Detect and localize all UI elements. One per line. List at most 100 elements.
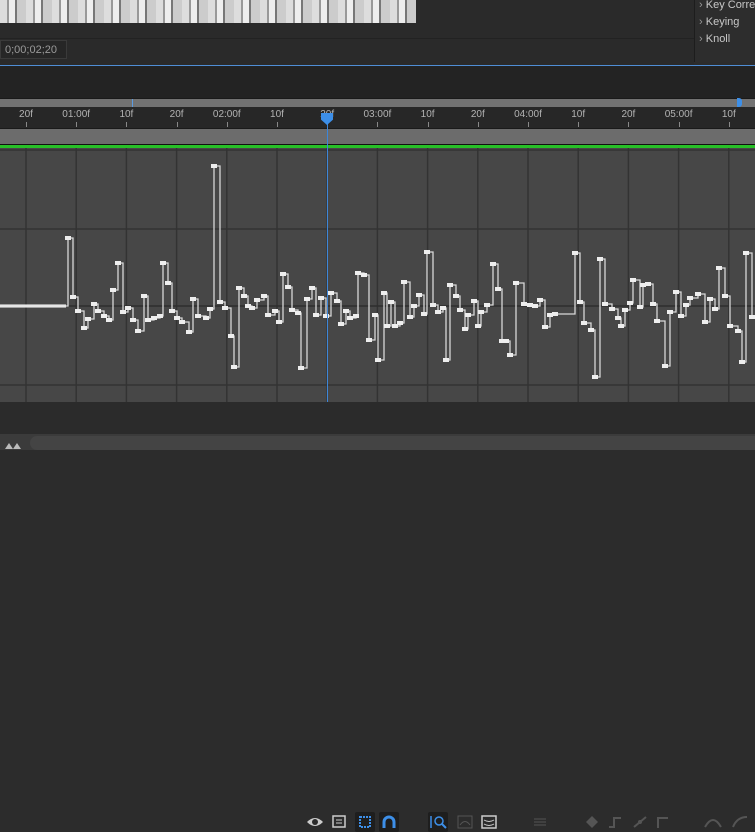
- keyframe[interactable]: [141, 294, 147, 298]
- keyframe[interactable]: [355, 271, 361, 275]
- keyframe[interactable]: [475, 324, 481, 328]
- keyframe[interactable]: [407, 315, 413, 319]
- keyframe[interactable]: [179, 320, 185, 324]
- fit-all-icon[interactable]: [455, 812, 475, 832]
- keyframe[interactable]: [130, 318, 136, 322]
- keyframe[interactable]: [615, 316, 621, 320]
- keyframe[interactable]: [110, 288, 116, 292]
- keyframe[interactable]: [388, 300, 394, 304]
- keyframe[interactable]: [683, 303, 689, 307]
- keyframe[interactable]: [749, 315, 755, 319]
- keyframe[interactable]: [211, 164, 217, 168]
- keyframe[interactable]: [430, 303, 436, 307]
- keyframe[interactable]: [381, 291, 387, 295]
- horizontal-scrollbar[interactable]: [30, 436, 755, 450]
- keyframe[interactable]: [347, 316, 353, 320]
- keyframe[interactable]: [707, 297, 713, 301]
- keyframe[interactable]: [739, 360, 745, 364]
- keyframe[interactable]: [453, 294, 459, 298]
- keyframe[interactable]: [630, 278, 636, 282]
- keyframe[interactable]: [236, 286, 242, 290]
- keyframe[interactable]: [295, 311, 301, 315]
- keyframe[interactable]: [203, 316, 209, 320]
- keyframe[interactable]: [521, 302, 527, 306]
- keyframe[interactable]: [323, 314, 329, 318]
- transform-box-icon[interactable]: [355, 812, 375, 832]
- keyframe[interactable]: [435, 310, 441, 314]
- fit-selection-icon[interactable]: [428, 812, 448, 832]
- keyframe[interactable]: [513, 281, 519, 285]
- keyframe[interactable]: [157, 314, 163, 318]
- graph-curve-canvas[interactable]: [0, 148, 755, 402]
- keyframe[interactable]: [334, 299, 340, 303]
- keyframe[interactable]: [712, 307, 718, 311]
- keyframe[interactable]: [577, 300, 583, 304]
- keyframe[interactable]: [228, 334, 234, 338]
- keyframe[interactable]: [313, 313, 319, 317]
- separate-dimensions-icon[interactable]: [479, 812, 499, 832]
- keyframe[interactable]: [366, 338, 372, 342]
- keyframe[interactable]: [101, 314, 107, 318]
- keyframe[interactable]: [503, 339, 509, 343]
- effects-category-key-correction[interactable]: Key Correction: [699, 0, 755, 11]
- keyframe[interactable]: [169, 309, 175, 313]
- keyframe[interactable]: [272, 309, 278, 313]
- eye-icon[interactable]: [305, 812, 325, 832]
- keyframe[interactable]: [722, 294, 728, 298]
- keyframe[interactable]: [552, 312, 558, 316]
- keyframe[interactable]: [70, 295, 76, 299]
- keyframe[interactable]: [151, 316, 157, 320]
- keyframe[interactable]: [572, 251, 578, 255]
- keyframe[interactable]: [495, 287, 501, 291]
- keyframe[interactable]: [654, 319, 660, 323]
- keyframe[interactable]: [447, 283, 453, 287]
- keyframe[interactable]: [65, 236, 71, 240]
- keyframe[interactable]: [478, 310, 484, 314]
- keyframe[interactable]: [687, 296, 693, 300]
- keyframe[interactable]: [490, 262, 496, 266]
- keyframe[interactable]: [254, 298, 260, 302]
- effects-category-knoll[interactable]: Knoll: [699, 33, 730, 45]
- keyframe[interactable]: [207, 307, 213, 311]
- keyframe[interactable]: [304, 297, 310, 301]
- keyframe[interactable]: [174, 316, 180, 320]
- keyframe[interactable]: [618, 324, 624, 328]
- keyframe[interactable]: [650, 302, 656, 306]
- graph-type-icon[interactable]: [330, 812, 350, 832]
- navigator-end-handle[interactable]: [737, 98, 742, 107]
- keyframe[interactable]: [241, 294, 247, 298]
- keyframe[interactable]: [106, 318, 112, 322]
- keyframe[interactable]: [588, 328, 594, 332]
- snap-icon[interactable]: [379, 812, 399, 832]
- keyframe[interactable]: [695, 292, 701, 296]
- keyframe[interactable]: [667, 310, 673, 314]
- keyframe[interactable]: [165, 281, 171, 285]
- keyframe[interactable]: [249, 306, 255, 310]
- keyframe[interactable]: [662, 364, 668, 368]
- keyframe[interactable]: [440, 306, 446, 310]
- keyframe[interactable]: [190, 297, 196, 301]
- keyframe[interactable]: [678, 314, 684, 318]
- keyframe[interactable]: [195, 314, 201, 318]
- keyframe[interactable]: [115, 261, 121, 265]
- keyframe[interactable]: [597, 257, 603, 261]
- composition-preview[interactable]: [0, 0, 416, 23]
- keyframe[interactable]: [125, 306, 131, 310]
- keyframe[interactable]: [645, 282, 651, 286]
- keyframe[interactable]: [372, 313, 378, 317]
- keyframe[interactable]: [361, 273, 367, 277]
- keyframe[interactable]: [537, 298, 543, 302]
- keyframe[interactable]: [411, 304, 417, 308]
- keyframe[interactable]: [280, 272, 286, 276]
- keyframe[interactable]: [462, 327, 468, 331]
- keyframe[interactable]: [702, 320, 708, 324]
- keyframe[interactable]: [222, 306, 228, 310]
- keyframe[interactable]: [622, 308, 628, 312]
- keyframe[interactable]: [318, 296, 324, 300]
- work-area-bar[interactable]: [0, 128, 755, 144]
- keyframe[interactable]: [298, 366, 304, 370]
- keyframe[interactable]: [145, 318, 151, 322]
- keyframe[interactable]: [120, 310, 126, 314]
- keyframe[interactable]: [457, 308, 463, 312]
- keyframe[interactable]: [609, 307, 615, 311]
